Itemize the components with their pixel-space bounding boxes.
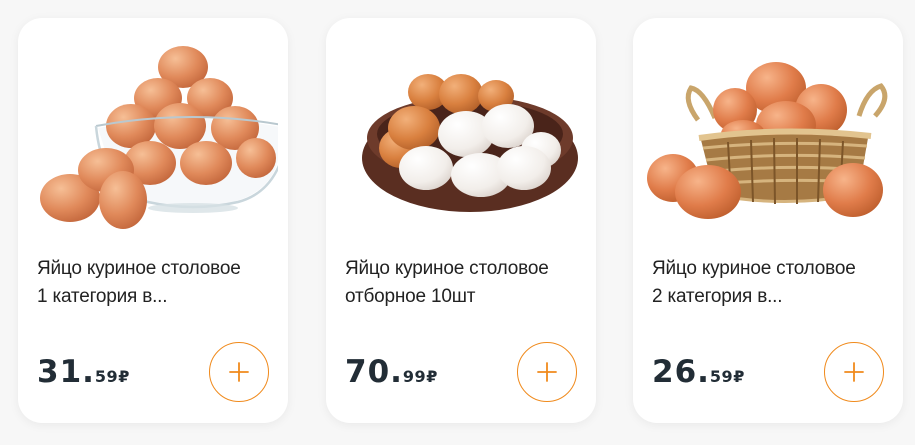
eggs-in-glass-bowl-image — [40, 46, 278, 229]
product-card[interactable]: Яйцо куриное столовое отборное 10шт 70.9… — [326, 18, 596, 423]
plus-icon — [537, 362, 557, 382]
product-title-line2: отборное 10шт — [345, 286, 476, 307]
price-fraction: 59 — [709, 367, 734, 386]
product-title[interactable]: Яйцо куриное столовое 1 категория в... — [37, 255, 277, 311]
currency-symbol: ₽ — [426, 367, 438, 386]
product-image[interactable] — [643, 30, 893, 235]
eggs-in-basket-image — [647, 62, 888, 219]
product-title-line2: 2 категория в... — [652, 286, 783, 307]
product-price: 26.59₽ — [652, 354, 744, 390]
add-to-cart-button[interactable] — [824, 342, 884, 402]
currency-symbol: ₽ — [118, 367, 130, 386]
price-fraction: 99 — [402, 367, 427, 386]
product-title-line1: Яйцо куриное столовое — [345, 258, 549, 279]
product-title[interactable]: Яйцо куриное столовое 2 категория в... — [652, 255, 892, 311]
price-integer: 26. — [652, 354, 710, 390]
plus-icon — [229, 362, 249, 382]
price-integer: 70. — [345, 354, 403, 390]
product-title-line1: Яйцо куриное столовое — [37, 258, 241, 279]
product-title-line1: Яйцо куриное столовое — [652, 258, 856, 279]
price-fraction: 59 — [94, 367, 119, 386]
product-price: 31.59₽ — [37, 354, 129, 390]
price-integer: 31. — [37, 354, 95, 390]
currency-symbol: ₽ — [733, 367, 745, 386]
product-card[interactable]: Яйцо куриное столовое 2 категория в... 2… — [633, 18, 903, 423]
eggs-in-brown-bowl-image — [362, 74, 578, 212]
add-to-cart-button[interactable] — [517, 342, 577, 402]
add-to-cart-button[interactable] — [209, 342, 269, 402]
product-image[interactable] — [336, 30, 586, 235]
plus-icon — [844, 362, 864, 382]
product-title-line2: 1 категория в... — [37, 286, 168, 307]
product-price: 70.99₽ — [345, 354, 437, 390]
product-title[interactable]: Яйцо куриное столовое отборное 10шт — [345, 255, 585, 311]
product-card[interactable]: Яйцо куриное столовое 1 категория в... 3… — [18, 18, 288, 423]
product-image[interactable] — [28, 30, 278, 235]
